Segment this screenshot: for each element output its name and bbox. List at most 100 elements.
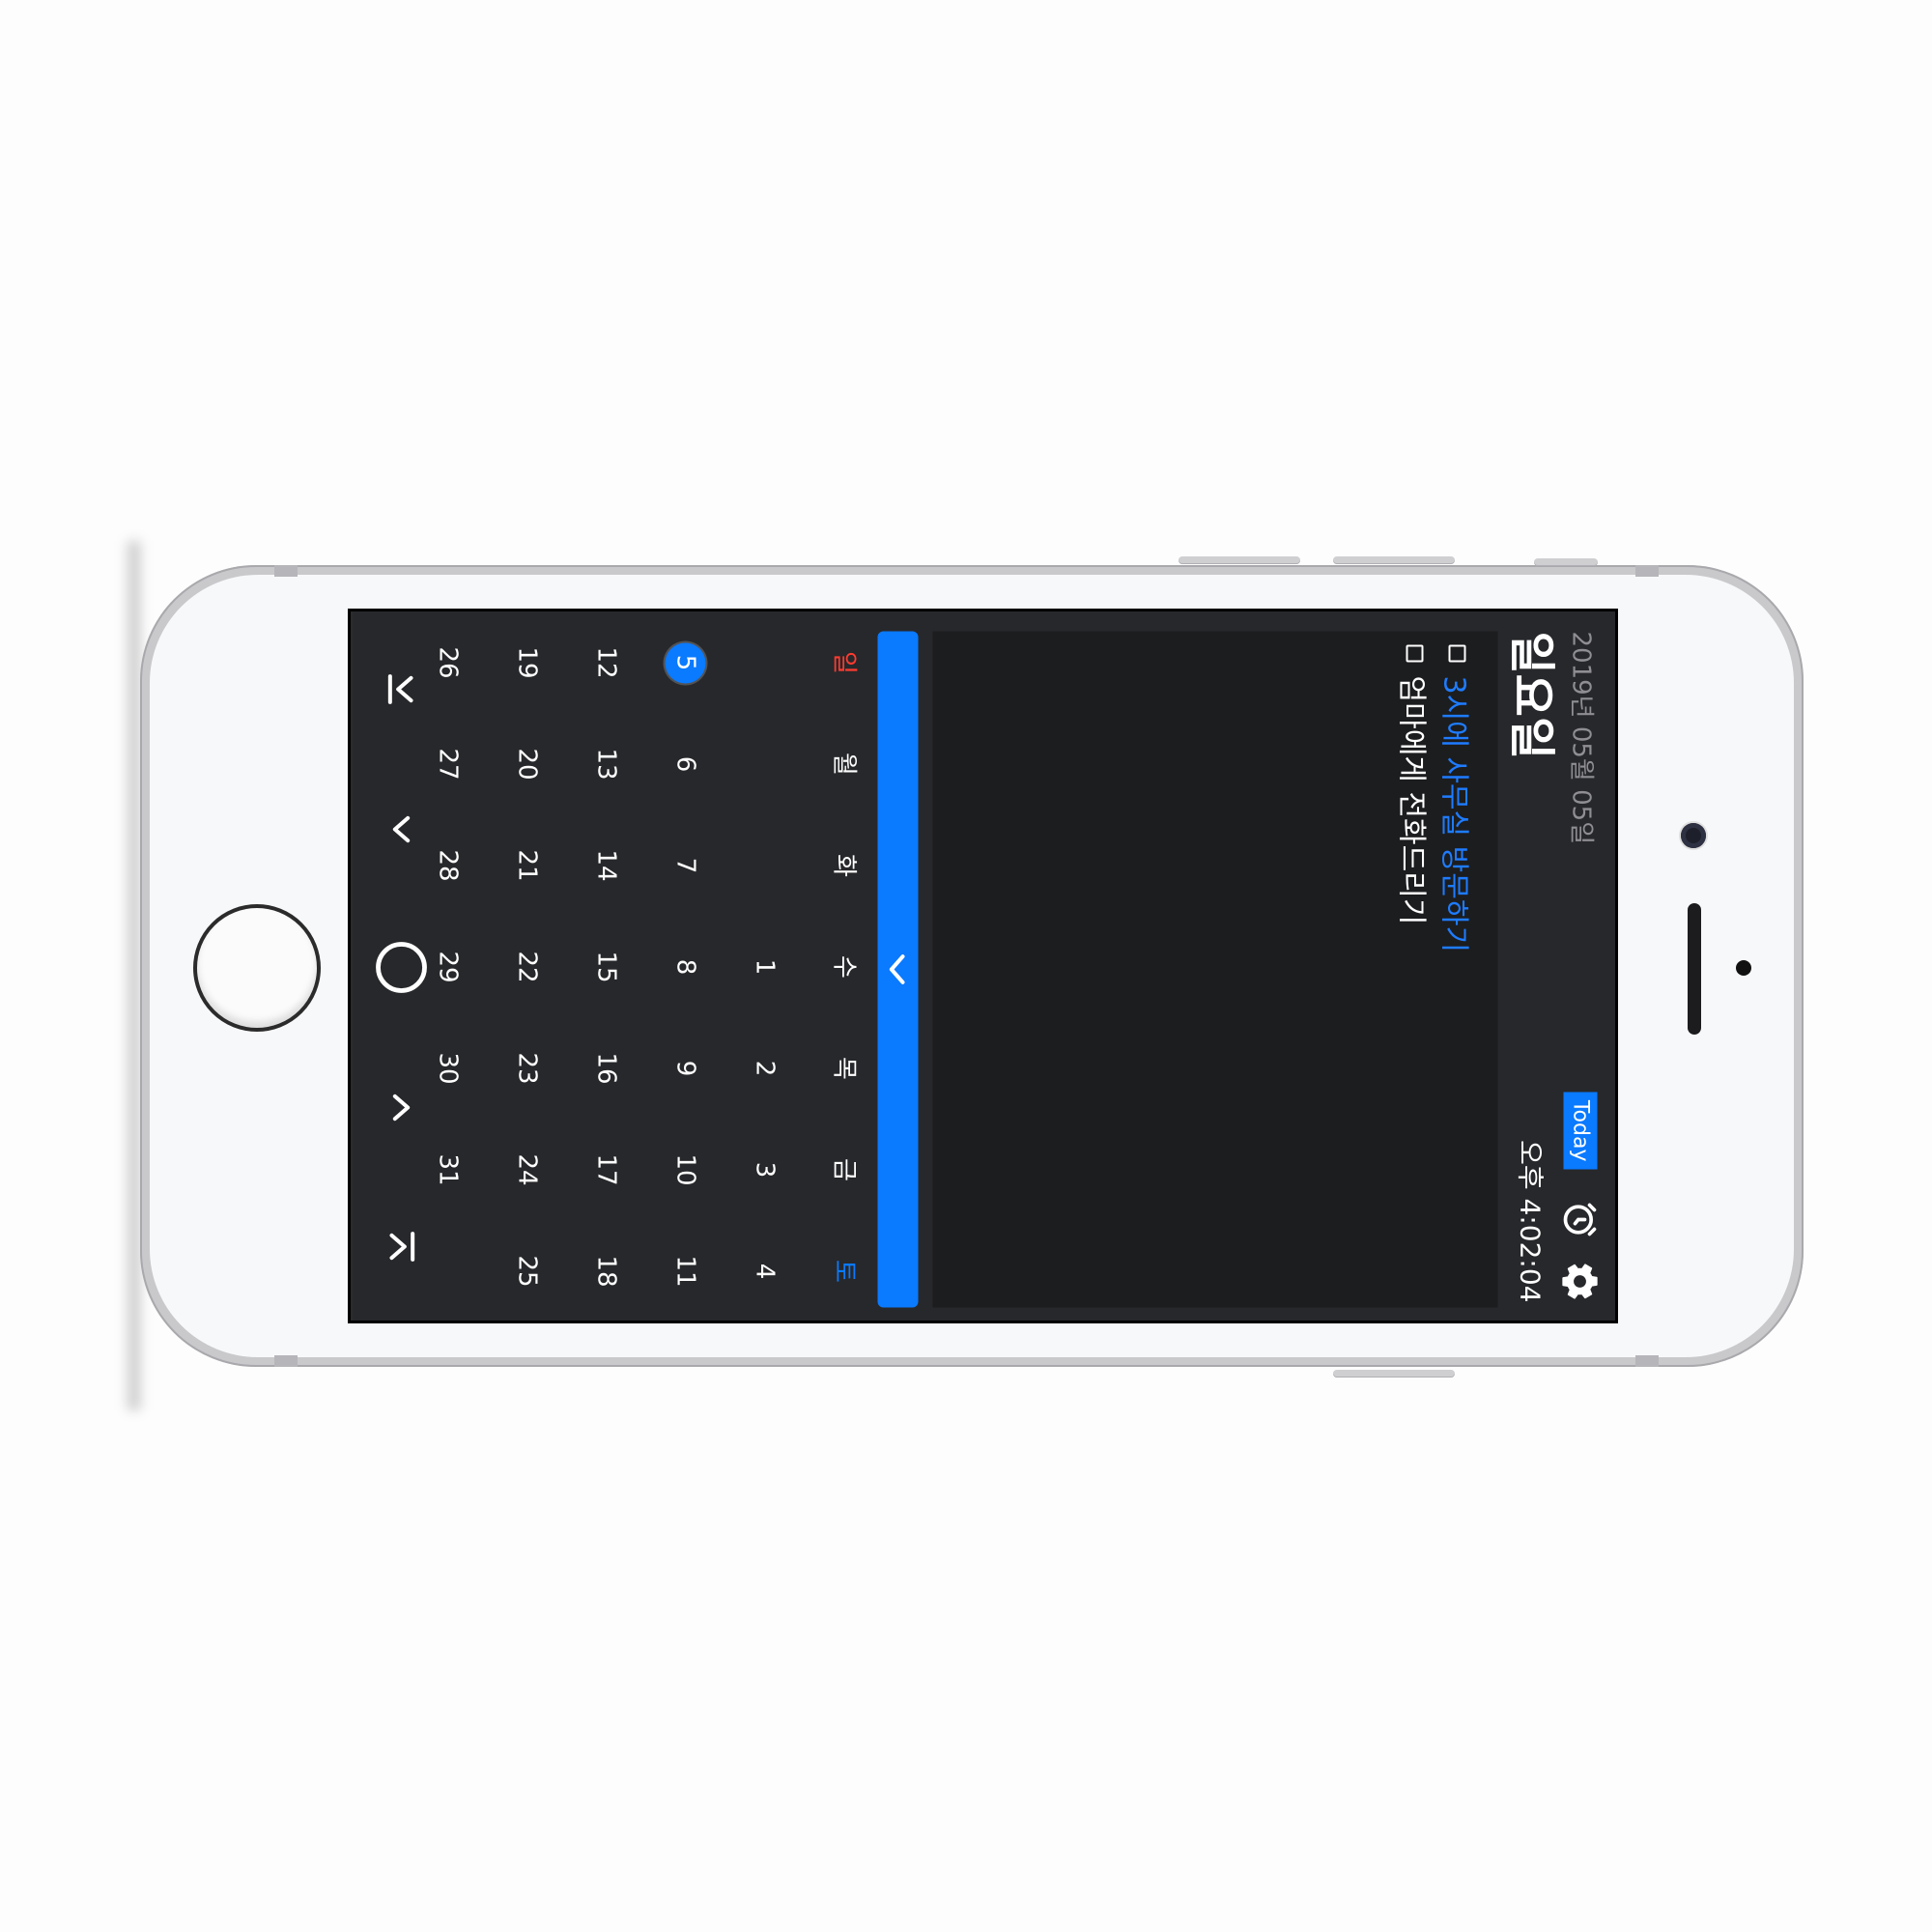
calendar-day-number: 6 <box>670 755 700 773</box>
calendar-day-number: 23 <box>512 1052 542 1085</box>
calendar-day[interactable]: 8 <box>665 917 707 1018</box>
calendar-day[interactable]: 4 <box>744 1221 786 1321</box>
calendar-day-number: 26 <box>433 646 463 679</box>
calendar-day[interactable]: 2 <box>744 1018 786 1120</box>
current-date: 2019년 05월 05일 <box>1566 631 1596 845</box>
chevron-left-icon <box>889 954 905 984</box>
calendar-empty-cell <box>744 714 786 815</box>
todo-item[interactable]: 3시에 사무실 방문하기 <box>1436 644 1479 953</box>
calendar-day[interactable]: 17 <box>585 1120 628 1221</box>
calendar-day-number: 2 <box>750 1060 780 1077</box>
calendar-day[interactable]: 12 <box>585 612 628 714</box>
calendar-day[interactable]: 16 <box>585 1018 628 1120</box>
calendar-day[interactable]: 13 <box>585 714 628 815</box>
last-page-icon[interactable] <box>368 1213 436 1281</box>
todo-item[interactable]: 엄마에게 전화드리기 <box>1394 644 1436 924</box>
calendar-day-number: 16 <box>591 1052 621 1085</box>
calendar-day-number: 11 <box>670 1255 700 1288</box>
calendar-app: 2019년 05월 05일 일요일 Today 오후 4:02:04 3시에 사… <box>353 611 1616 1321</box>
calendar-day-number: 25 <box>512 1255 542 1288</box>
phone-screen: 2019년 05월 05일 일요일 Today 오후 4:02:04 3시에 사… <box>348 609 1618 1323</box>
calendar-day-number: 9 <box>670 1060 700 1077</box>
calendar-day[interactable]: 24 <box>506 1120 549 1221</box>
calendar-day[interactable]: 18 <box>585 1221 628 1321</box>
calendar-day-number: 8 <box>670 958 700 976</box>
weekday-mon: 월 <box>829 753 859 776</box>
proximity-sensor <box>1736 960 1751 976</box>
front-camera <box>1681 823 1706 848</box>
calendar-day-number: 4 <box>750 1263 780 1280</box>
calendar-day-selected[interactable]: 5 <box>665 612 707 714</box>
calendar-day[interactable]: 9 <box>665 1018 707 1120</box>
calendar-day-number: 18 <box>591 1255 621 1288</box>
home-button[interactable] <box>193 904 321 1032</box>
power-button <box>1333 1370 1455 1378</box>
antenna-band <box>274 1355 298 1367</box>
calendar-day[interactable]: 14 <box>585 815 628 917</box>
current-weekday: 일요일 <box>1504 631 1559 759</box>
calendar-day[interactable]: 19 <box>506 612 549 714</box>
calendar-empty-cell <box>744 815 786 917</box>
circle-icon[interactable] <box>368 934 436 1002</box>
weekday-sat: 토 <box>829 1260 859 1283</box>
first-page-icon[interactable] <box>368 656 436 724</box>
calendar-day-number: 3 <box>750 1161 780 1179</box>
calendar-day-number: 30 <box>433 1052 463 1085</box>
calendar-day-number: 28 <box>433 849 463 882</box>
todo-checkbox[interactable] <box>1406 644 1424 663</box>
calendar-day-number: 15 <box>591 951 621 983</box>
alarm-clock-icon[interactable] <box>1561 1201 1600 1239</box>
chevron-up-icon[interactable] <box>368 796 436 864</box>
calendar-empty-cell <box>744 612 786 714</box>
calendar-day-number: 27 <box>433 748 463 781</box>
volume-up-button <box>1179 556 1300 564</box>
calendar-day-number: 17 <box>591 1153 621 1186</box>
weekday-thu: 목 <box>829 1057 859 1080</box>
calendar-day[interactable]: 6 <box>665 714 707 815</box>
calendar-day[interactable]: 20 <box>506 714 549 815</box>
calendar-day-number: 22 <box>512 951 542 983</box>
calendar-week: 1 2 3 4 <box>744 612 786 1321</box>
weekday-header: 일 월 화 수 목 금 토 <box>823 612 866 1321</box>
gear-icon[interactable] <box>1559 1261 1602 1303</box>
app-header: 2019년 05월 05일 일요일 Today 오후 4:02:04 <box>1493 612 1616 1321</box>
calendar-week: 12 13 14 15 16 17 18 <box>585 612 628 1321</box>
calendar-day-number: 12 <box>591 646 621 679</box>
calendar-day-number: 10 <box>670 1153 700 1186</box>
month-calendar: 일 월 화 수 목 금 토 1 2 3 4 5 6 7 8 9 10 11 12 13 14 15 16 17 1… <box>434 612 866 1321</box>
weekday-fri: 금 <box>829 1158 859 1181</box>
todo-list: 3시에 사무실 방문하기 엄마에게 전화드리기 <box>932 631 1498 1308</box>
calendar-nav <box>368 612 436 1321</box>
calendar-week: 19 20 21 22 23 24 25 <box>506 612 549 1321</box>
antenna-band <box>1635 565 1659 577</box>
calendar-day-number: 13 <box>591 748 621 781</box>
antenna-band <box>274 565 298 577</box>
volume-down-button <box>1333 556 1455 564</box>
calendar-day[interactable]: 15 <box>585 917 628 1018</box>
calendar-day-number: 5 <box>665 642 706 683</box>
todo-checkbox[interactable] <box>1448 644 1466 663</box>
calendar-day-number: 19 <box>512 646 542 679</box>
calendar-day[interactable]: 7 <box>665 815 707 917</box>
calendar-day[interactable]: 21 <box>506 815 549 917</box>
calendar-day[interactable]: 1 <box>744 917 786 1018</box>
chevron-down-icon[interactable] <box>368 1074 436 1142</box>
calendar-day[interactable]: 10 <box>665 1120 707 1221</box>
calendar-day-number: 31 <box>433 1153 463 1186</box>
calendar-day-number: 14 <box>591 849 621 882</box>
today-button[interactable]: Today <box>1563 1092 1598 1170</box>
weekday-wed: 수 <box>829 955 859 979</box>
weekday-tue: 화 <box>829 854 859 877</box>
calendar-day[interactable]: 22 <box>506 917 549 1018</box>
collapse-bar[interactable] <box>877 631 919 1308</box>
calendar-week: 5 6 7 8 9 10 11 <box>665 612 707 1321</box>
earpiece-speaker <box>1688 903 1701 1035</box>
calendar-day-number: 7 <box>670 857 700 874</box>
calendar-day-number: 21 <box>512 849 542 882</box>
calendar-day[interactable]: 25 <box>506 1221 549 1321</box>
todo-text: 3시에 사무실 방문하기 <box>1436 675 1471 953</box>
mute-switch <box>1534 558 1598 566</box>
calendar-day[interactable]: 3 <box>744 1120 786 1221</box>
calendar-day[interactable]: 23 <box>506 1018 549 1120</box>
calendar-day[interactable]: 11 <box>665 1221 707 1321</box>
